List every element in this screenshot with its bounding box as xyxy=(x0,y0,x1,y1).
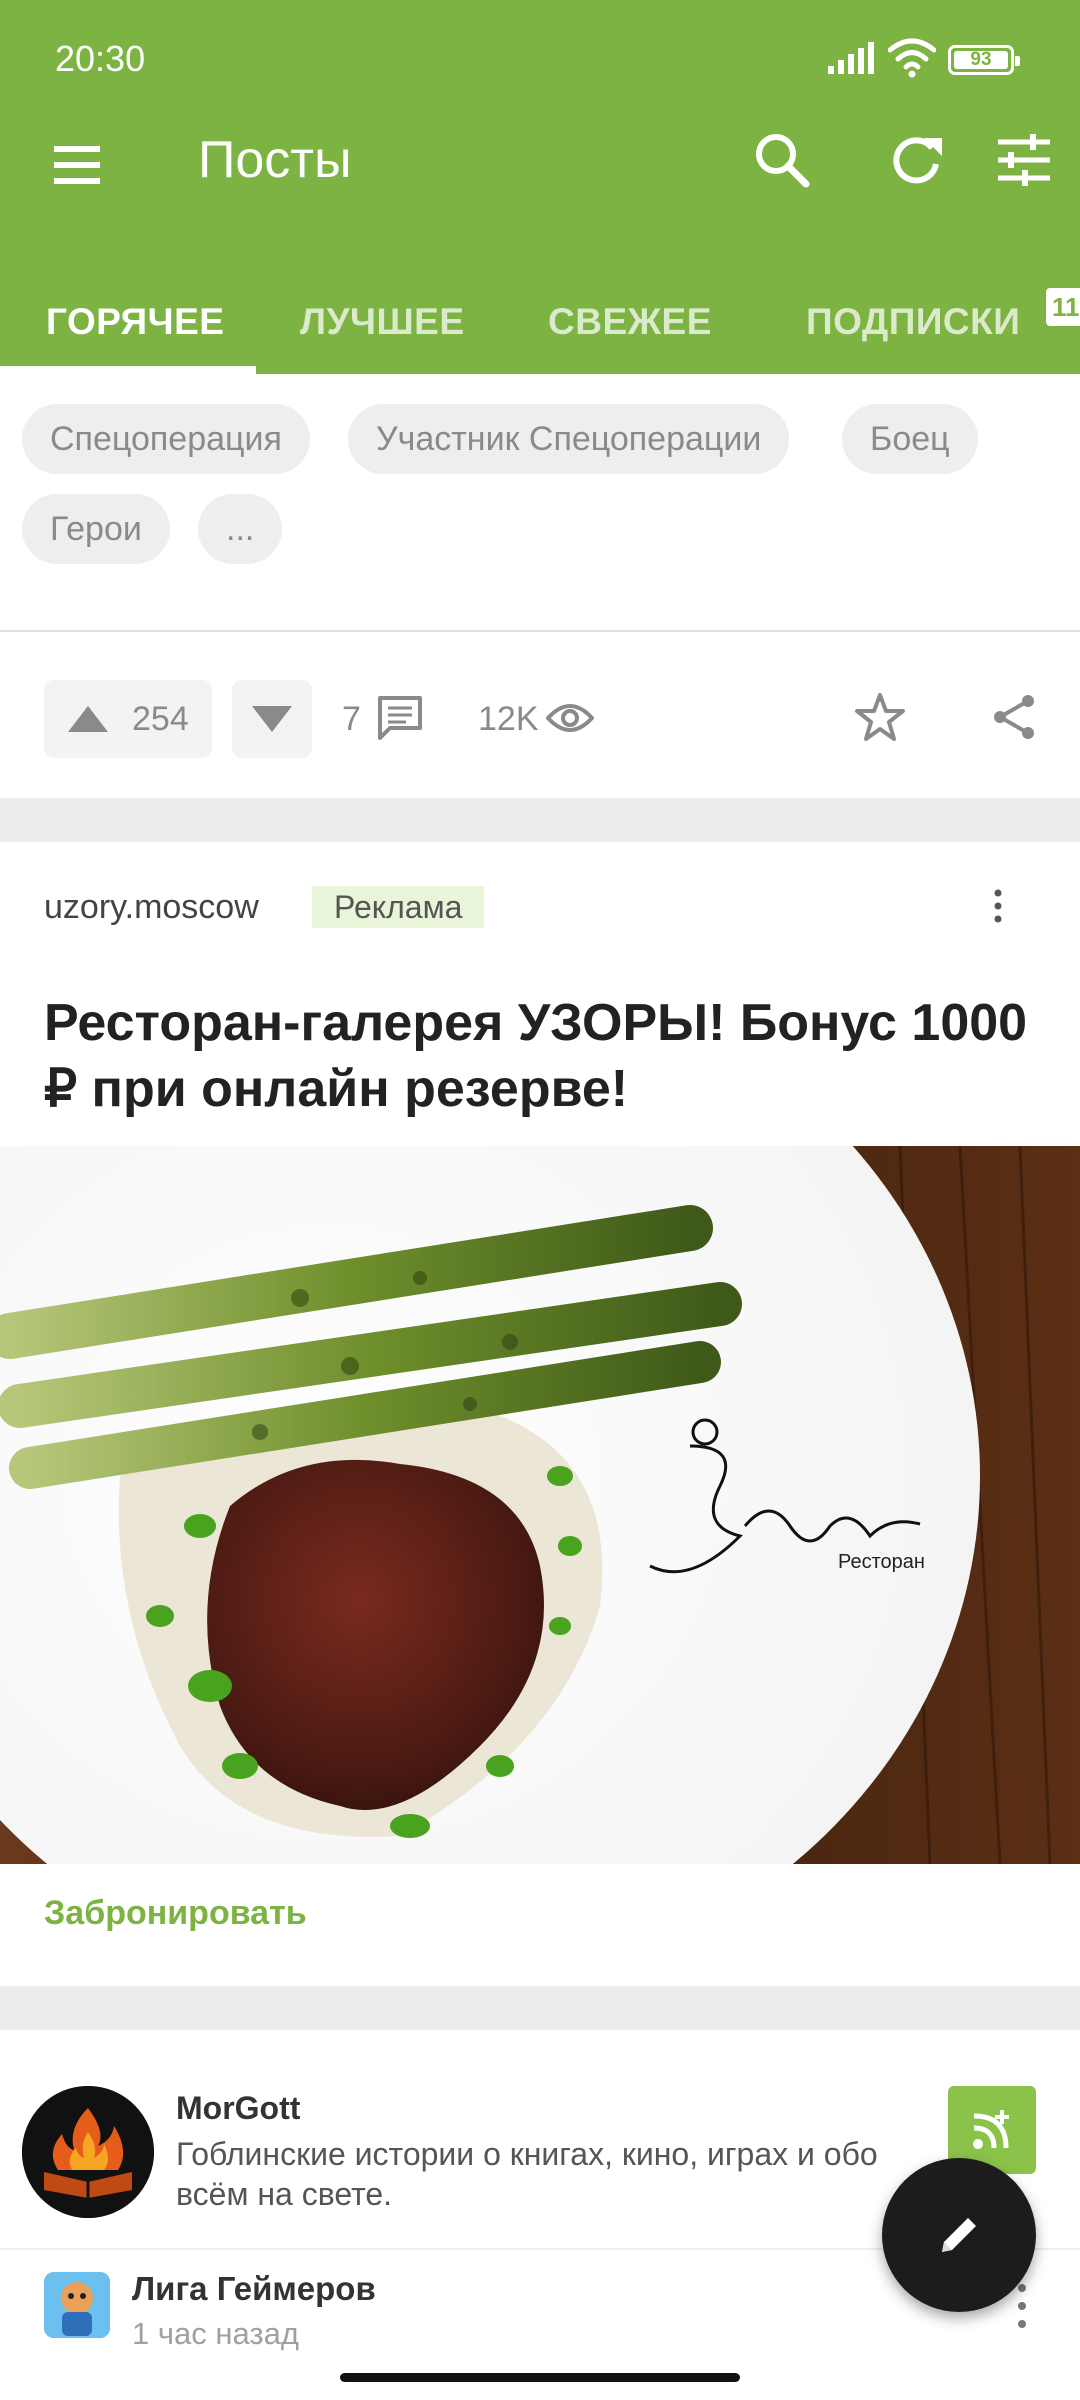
battery-level: 93 xyxy=(954,49,1008,70)
community-name[interactable]: MorGott xyxy=(176,2090,300,2127)
community-avatar-small[interactable] xyxy=(44,2272,110,2338)
search-icon[interactable] xyxy=(750,128,814,192)
fire-book-icon xyxy=(22,2086,154,2218)
battery-icon: 93 xyxy=(948,45,1020,75)
post-time: 1 час назад xyxy=(132,2316,299,2351)
status-bar: 20:30 93 xyxy=(0,0,1080,120)
status-time: 20:30 xyxy=(55,38,146,79)
menu-icon[interactable] xyxy=(48,140,108,190)
signal-icon xyxy=(828,42,874,74)
tag-chip[interactable]: Участник Спецоперации xyxy=(348,404,790,474)
steak-asparagus-photo: Ресторан xyxy=(0,1146,1080,1864)
tab-indicator xyxy=(0,366,256,374)
comments-count[interactable]: 7 xyxy=(342,700,361,739)
prev-post-card: Спецоперация Участник Спецоперации Боец … xyxy=(0,374,1080,798)
ad-author[interactable]: uzory.moscow xyxy=(44,888,259,927)
more-vert-icon[interactable] xyxy=(984,888,1012,924)
upvote-button[interactable]: 254 xyxy=(44,680,212,758)
post-community-name[interactable]: Лига Геймеров xyxy=(132,2270,376,2308)
ad-title[interactable]: Ресторан-галерея УЗОРЫ! Бонус 1000 ₽ при… xyxy=(44,990,1044,1122)
rating-count: 254 xyxy=(132,700,189,738)
community-description: Гоблинские истории о книгах, кино, играх… xyxy=(176,2136,878,2212)
arrow-up-icon xyxy=(68,706,108,732)
gamer-avatar-icon xyxy=(44,2272,110,2338)
tab-bar: ГОРЯЧЕЕ ЛУЧШЕЕ СВЕЖЕЕ ПОДПИСКИ xyxy=(0,270,1080,374)
star-icon[interactable] xyxy=(854,692,906,742)
tag-chip[interactable]: Боец xyxy=(842,404,978,474)
app-bar: 20:30 93 Посты ГОРЯЧЕЕ ЛУЧШЕЕ СВЕЖЕЕ ПОД… xyxy=(0,0,1080,374)
divider xyxy=(0,630,1080,632)
comment-icon[interactable] xyxy=(376,694,424,740)
views-count: 12K xyxy=(478,700,539,738)
page-title: Посты xyxy=(198,131,352,189)
community-avatar[interactable] xyxy=(22,2086,154,2218)
tab-best[interactable]: ЛУЧШЕЕ xyxy=(300,270,465,374)
filter-icon[interactable] xyxy=(992,128,1056,192)
ad-image[interactable]: Ресторан xyxy=(0,1146,1080,1864)
ad-image-caption: Ресторан xyxy=(838,1551,925,1573)
tab-subscriptions[interactable]: ПОДПИСКИ xyxy=(806,270,1020,374)
eye-icon xyxy=(546,704,594,732)
tag-chip[interactable]: Герои xyxy=(22,494,170,564)
tag-chip[interactable]: Спецоперация xyxy=(22,404,310,474)
home-indicator xyxy=(340,2373,740,2382)
arrow-down-icon xyxy=(252,706,292,732)
tag-chip-more[interactable]: ... xyxy=(198,494,283,564)
share-icon[interactable] xyxy=(990,692,1038,742)
ad-badge: Реклама xyxy=(312,886,485,928)
book-button[interactable]: Забронировать xyxy=(44,1894,307,1933)
wifi-icon xyxy=(888,38,936,78)
subscriptions-count-badge: 11 xyxy=(1046,288,1080,326)
downvote-button[interactable] xyxy=(232,680,312,758)
pencil-icon xyxy=(942,2218,976,2252)
rss-plus-icon xyxy=(973,2110,1009,2149)
tab-hot[interactable]: ГОРЯЧЕЕ xyxy=(46,270,224,374)
tab-fresh[interactable]: СВЕЖЕЕ xyxy=(548,270,712,374)
refresh-icon[interactable] xyxy=(884,128,948,192)
create-post-fab[interactable] xyxy=(882,2158,1036,2312)
